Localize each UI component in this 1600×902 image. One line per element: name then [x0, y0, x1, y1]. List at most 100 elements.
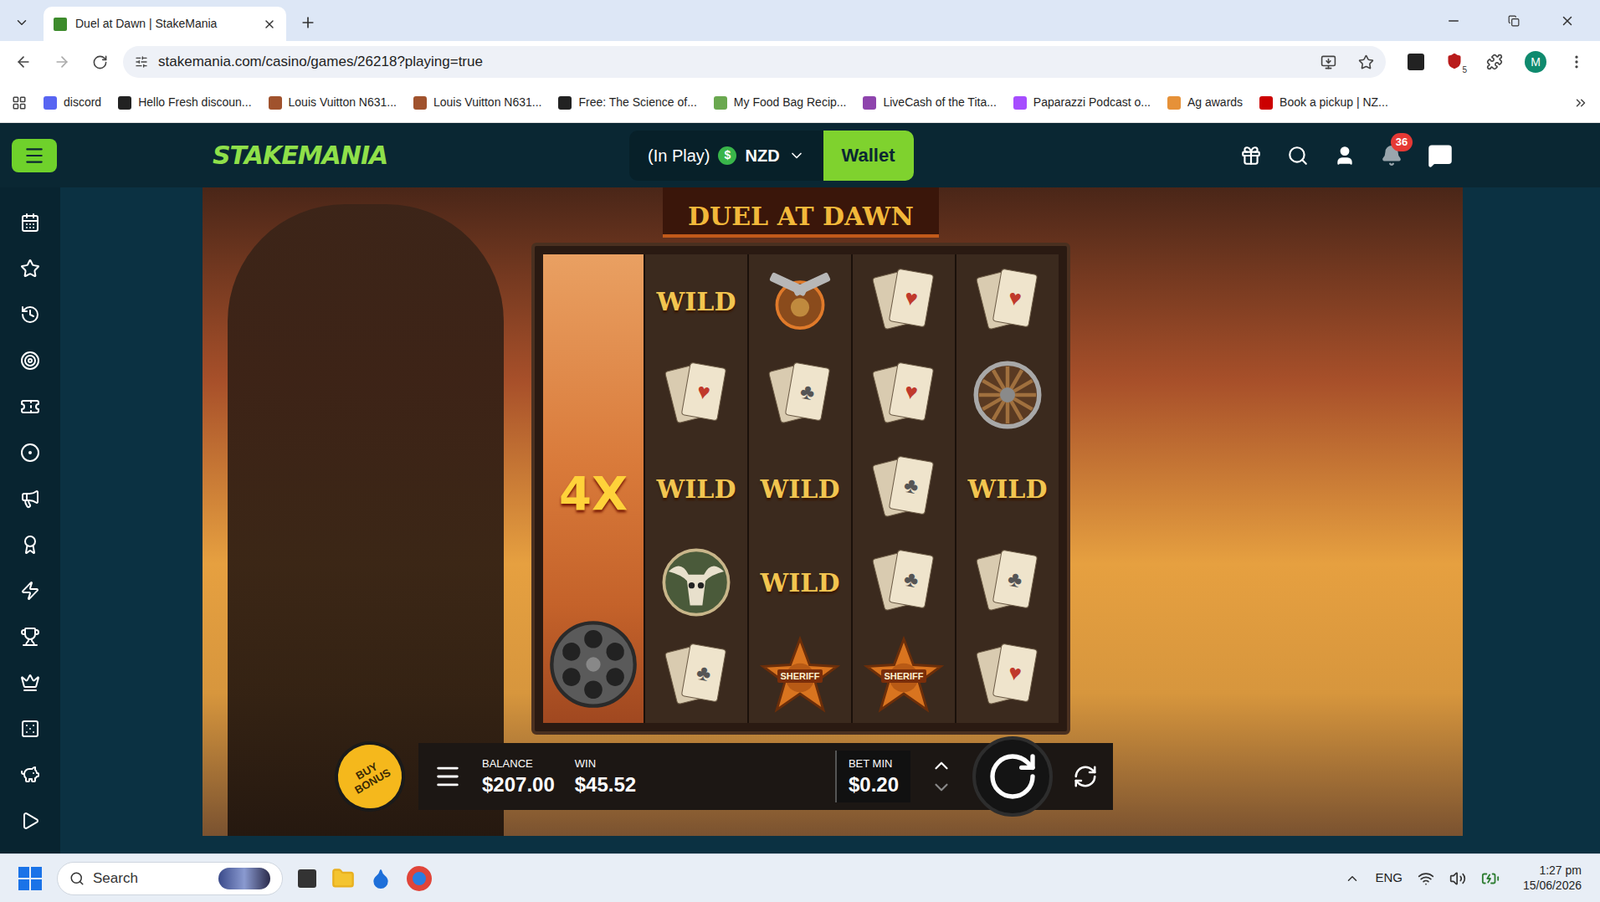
wifi-icon[interactable]: [1417, 870, 1435, 888]
profile-avatar[interactable]: M: [1524, 51, 1547, 73]
app-icon[interactable]: [369, 867, 392, 890]
sidebar-item-icon[interactable]: [20, 304, 41, 325]
site-logo[interactable]: STAKEMANIA: [212, 136, 388, 175]
install-icon[interactable]: [1320, 54, 1337, 71]
sidebar-item-icon[interactable]: [20, 350, 41, 371]
sidebar-item-icon[interactable]: [20, 810, 41, 831]
task-view-icon[interactable]: [297, 869, 317, 888]
gift-icon[interactable]: [1240, 144, 1262, 167]
sidebar-item-icon[interactable]: [20, 718, 41, 739]
sidebar-item-icon[interactable]: [20, 488, 41, 509]
sidebar-item-icon[interactable]: [20, 258, 41, 279]
chat-icon[interactable]: [1427, 143, 1453, 169]
sidebar-item-icon[interactable]: [20, 580, 41, 601]
sidebar-item-icon[interactable]: [20, 534, 41, 555]
forward-icon[interactable]: [53, 53, 71, 71]
chrome-icon[interactable]: [406, 866, 432, 892]
bookmark-favicon-icon: [1259, 96, 1273, 110]
bookmark[interactable]: Paparazzi Podcast o...: [1013, 93, 1151, 112]
reel-cell: ♥: [852, 254, 955, 349]
address-bar[interactable]: stakemania.com/casino/games/26218?playin…: [123, 46, 1386, 78]
bookmark-favicon-icon: [862, 96, 877, 110]
bookmark[interactable]: Free: The Science of...: [558, 93, 697, 112]
more-bookmarks-icon[interactable]: [1573, 95, 1589, 111]
sidebar-item-icon[interactable]: [20, 626, 41, 647]
bookmark[interactable]: Book a pickup | NZ...: [1259, 93, 1389, 112]
bookmark[interactable]: Hello Fresh discoun...: [117, 93, 252, 112]
game-frame: DUEL AT DAWN4XWILD♥WILD♣♣WILDWILDSHERIFF…: [202, 187, 1463, 836]
notification-badge: 36: [1390, 133, 1413, 152]
sidebar: [0, 187, 61, 854]
autoplay-icon[interactable]: [1072, 764, 1098, 790]
bookmark-star-icon[interactable]: [1358, 54, 1375, 71]
bookmark[interactable]: My Food Bag Recip...: [713, 93, 847, 112]
wild-symbol: WILD: [968, 470, 1048, 508]
volume-icon[interactable]: [1449, 870, 1467, 888]
balance-selector[interactable]: (In Play)$NZD: [629, 130, 824, 181]
multiplier-reel: 4X: [543, 254, 644, 724]
reel-cell: WILD: [645, 441, 748, 536]
bookmark-favicon-icon: [713, 96, 728, 110]
spin-button[interactable]: [972, 736, 1053, 817]
sidebar-item-icon[interactable]: [20, 442, 41, 463]
menu-icon[interactable]: [1568, 53, 1585, 71]
buy-bonus-button[interactable]: BUY BONUS: [322, 728, 419, 826]
bet-up-icon[interactable]: [930, 754, 953, 777]
back-icon[interactable]: [15, 53, 32, 71]
reel-cell: WILD: [645, 254, 748, 349]
browser-tab[interactable]: Duel at Dawn | StakeMania: [43, 6, 287, 42]
sidebar-item-icon[interactable]: [20, 764, 41, 785]
bookmark[interactable]: Ag awards: [1167, 93, 1243, 112]
restore-icon[interactable]: [1507, 15, 1520, 27]
site-info-icon[interactable]: [134, 55, 149, 69]
reels-frame: 4XWILD♥WILD♣♣WILDWILDSHERIFF♥♥♣♣SHERIFF♥…: [531, 242, 1071, 735]
sidebar-item-icon[interactable]: [20, 396, 41, 417]
reload-icon[interactable]: [92, 54, 108, 71]
start-icon[interactable]: [18, 866, 42, 891]
close-icon[interactable]: [262, 17, 277, 31]
minimize-icon[interactable]: [1446, 13, 1462, 29]
bookmark-favicon-icon: [268, 96, 283, 110]
file-explorer-icon[interactable]: [331, 866, 355, 891]
shield-icon: [1446, 52, 1463, 70]
bookmark[interactable]: Louis Vuitton N631...: [413, 93, 542, 112]
extension-cc-icon[interactable]: [1407, 53, 1425, 71]
extensions-icon[interactable]: [1486, 53, 1503, 71]
tab-search-button[interactable]: [8, 7, 36, 38]
spin-icon: [985, 749, 1040, 804]
new-tab-icon[interactable]: [299, 14, 317, 31]
reel-cell: ♣: [852, 441, 955, 536]
multiplier: 4X: [558, 458, 628, 529]
sidebar-item-icon[interactable]: [20, 672, 41, 693]
extension-shield[interactable]: 5: [1446, 52, 1465, 72]
reel-cell: WILD: [748, 441, 852, 536]
menu-button[interactable]: [11, 138, 57, 173]
search-highlight-image: [218, 867, 271, 890]
window-controls: [1422, 0, 1592, 42]
search-icon[interactable]: [1287, 144, 1309, 167]
reel-cell: [748, 254, 852, 349]
card-symbol: ♥: [666, 361, 726, 429]
taskbar-search[interactable]: Search: [56, 861, 283, 896]
bookmark[interactable]: Louis Vuitton N631...: [268, 93, 397, 112]
close-window-icon[interactable]: [1559, 13, 1575, 29]
card-symbol: ♥: [874, 267, 934, 335]
apps-icon[interactable]: [11, 95, 27, 111]
card-symbol: ♥: [978, 267, 1037, 335]
reel-cell: WILD: [748, 535, 852, 630]
card-symbol: ♣: [770, 361, 830, 429]
clock[interactable]: 1:27 pm15/06/2026: [1523, 863, 1582, 893]
notifications[interactable]: 36: [1380, 144, 1403, 167]
site-header: STAKEMANIA (In Play)$NZDWallet 36: [0, 123, 1600, 188]
card-symbol: ♣: [874, 548, 934, 616]
bet-down-icon[interactable]: [930, 776, 953, 799]
user-icon[interactable]: [1333, 144, 1356, 167]
battery-icon[interactable]: [1481, 869, 1500, 888]
bookmark[interactable]: LiveCash of the Tita...: [862, 93, 996, 112]
bookmark[interactable]: discord: [43, 93, 102, 112]
wallet-button[interactable]: Wallet: [823, 130, 914, 181]
sidebar-item-icon[interactable]: [20, 212, 41, 233]
tray-expand-icon[interactable]: [1344, 871, 1360, 887]
game-menu-icon[interactable]: [433, 762, 462, 791]
bookmark-favicon-icon: [43, 96, 57, 110]
